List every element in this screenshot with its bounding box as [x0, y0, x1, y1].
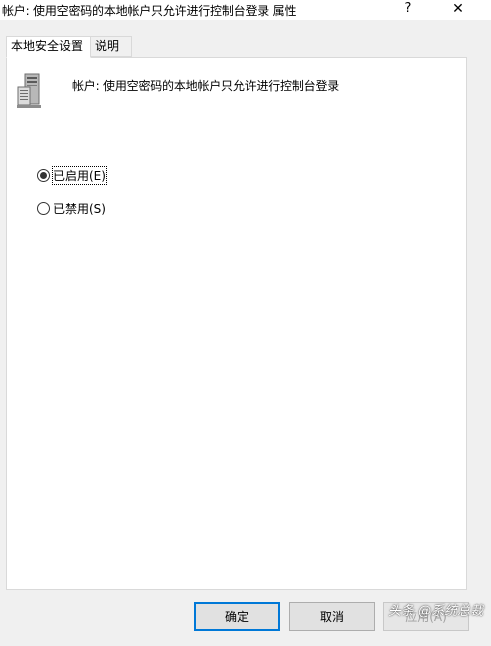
tab-label: 说明	[95, 39, 120, 53]
ok-button[interactable]: 确定	[194, 602, 280, 631]
watermark: 头条 @系统总裁	[388, 604, 484, 619]
tab-panel: 帐户: 使用空密码的本地帐户只允许进行控制台登录 已启用(E) 已禁用(S)	[6, 57, 467, 590]
tab-explain[interactable]: 说明	[90, 36, 132, 57]
enabled-label[interactable]: 已启用(E)	[52, 166, 107, 185]
disabled-label[interactable]: 已禁用(S)	[53, 200, 106, 217]
window-title: 帐户: 使用空密码的本地帐户只允许进行控制台登录 属性	[2, 4, 297, 18]
cancel-button[interactable]: 取消	[289, 602, 375, 631]
policy-title: 帐户: 使用空密码的本地帐户只允许进行控制台登录	[72, 79, 340, 93]
disabled-radio-option[interactable]: 已禁用(S)	[37, 200, 106, 217]
dialog-client-area: 本地安全设置 说明 帐户: 使用空密码的本地帐户只允许进行控制台登录 已启用(E…	[0, 20, 491, 646]
title-bar: 帐户: 使用空密码的本地帐户只允许进行控制台登录 属性 ? ✕	[0, 0, 491, 20]
tab-label: 本地安全设置	[11, 39, 84, 53]
close-button[interactable]: ✕	[440, 0, 476, 18]
help-button[interactable]: ?	[400, 0, 416, 18]
disabled-radio[interactable]	[37, 202, 50, 215]
enabled-radio[interactable]	[37, 169, 50, 182]
enabled-radio-option[interactable]: 已启用(E)	[37, 166, 107, 185]
tab-local-security-setting[interactable]: 本地安全设置	[6, 36, 91, 58]
server-icon	[17, 73, 41, 108]
